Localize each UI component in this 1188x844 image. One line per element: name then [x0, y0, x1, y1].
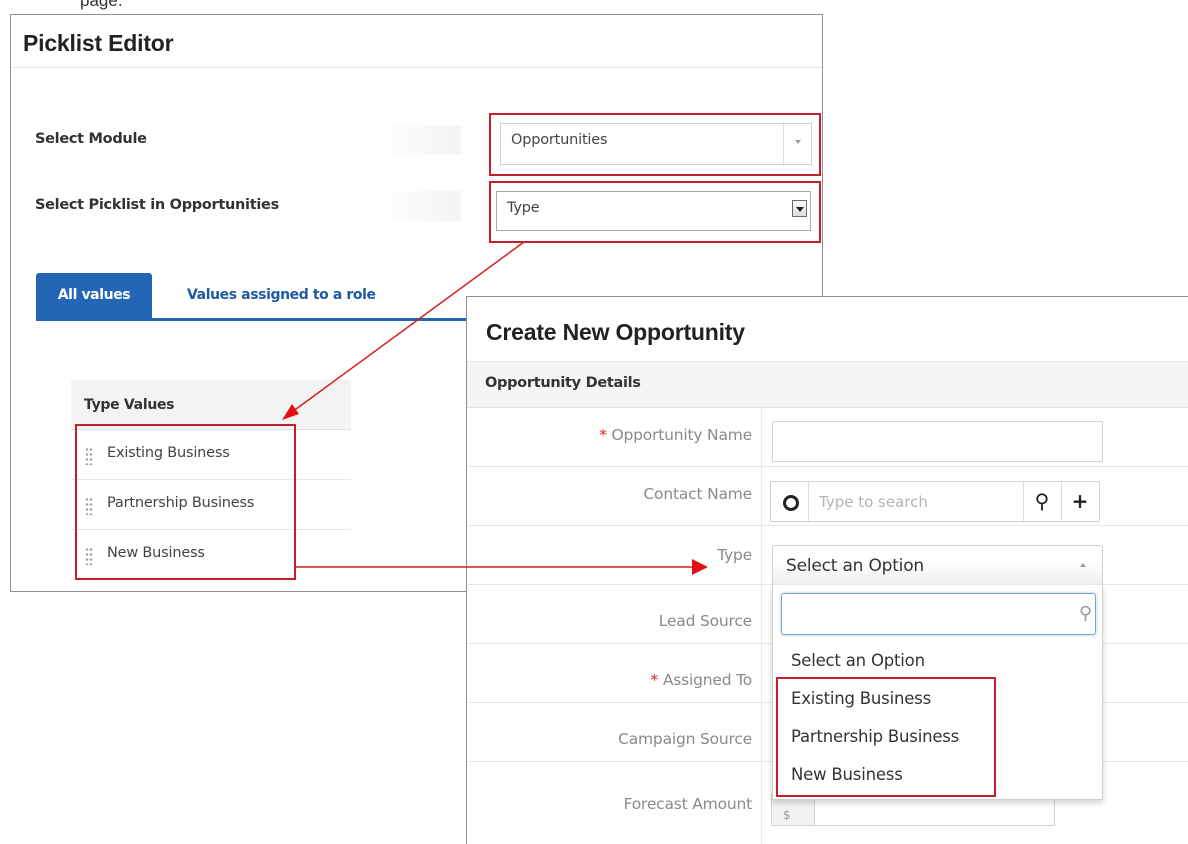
- field-divider: [761, 703, 762, 762]
- dropdown-search-input[interactable]: [781, 593, 1096, 635]
- picklist-editor-header: Picklist Editor: [11, 15, 822, 68]
- type-values-header: Type Values: [71, 380, 351, 430]
- campaign-source-label: Campaign Source: [618, 730, 752, 748]
- module-select-value: Opportunities: [511, 132, 608, 148]
- select-picklist-label: Select Picklist in Opportunities: [35, 197, 279, 213]
- tab-values-assigned-to-role[interactable]: Values assigned to a role: [187, 287, 376, 303]
- section-header: Opportunity Details: [467, 361, 1188, 408]
- opportunity-name-label: * Opportunity Name: [599, 426, 752, 444]
- field-row-opportunity-name: * Opportunity Name: [467, 408, 1188, 467]
- lead-source-label: Lead Source: [658, 612, 752, 630]
- type-select-value: Select an Option: [786, 556, 924, 576]
- field-divider: [761, 762, 762, 844]
- select-module-label: Select Module: [35, 131, 147, 147]
- type-select[interactable]: Select an Option: [772, 545, 1103, 586]
- chevron-up-icon: [1080, 563, 1086, 567]
- chevron-down-icon: [783, 124, 811, 164]
- required-mark: *: [650, 671, 659, 689]
- assigned-to-label: * Assigned To: [650, 671, 753, 689]
- circle-icon[interactable]: [771, 482, 809, 521]
- type-values-highlight: [75, 424, 296, 580]
- plus-icon[interactable]: +: [1061, 482, 1098, 521]
- opportunity-name-label-text: Opportunity Name: [611, 426, 753, 444]
- field-divider: [761, 526, 762, 585]
- picklist-select[interactable]: Type: [496, 191, 811, 231]
- dropdown-values-highlight: [776, 677, 996, 797]
- contact-name-search: Type to search ⚲ +: [770, 481, 1100, 522]
- module-select[interactable]: Opportunities: [500, 123, 812, 165]
- type-label: Type: [717, 546, 752, 564]
- chevron-down-icon: [792, 200, 807, 217]
- field-divider: [761, 467, 762, 526]
- contact-search-placeholder[interactable]: Type to search: [819, 493, 928, 511]
- forecast-amount-label: Forecast Amount: [623, 795, 753, 813]
- dropdown-option[interactable]: Select an Option: [791, 651, 925, 670]
- picklist-select-value: Type: [507, 200, 540, 216]
- clipped-page-text: page.: [80, 0, 123, 10]
- tab-all-values[interactable]: All values: [36, 273, 152, 319]
- create-opportunity-title: Create New Opportunity: [486, 319, 745, 345]
- field-divider: [761, 644, 762, 703]
- search-icon[interactable]: ⚲: [1023, 482, 1060, 521]
- tab-underline: [36, 318, 506, 321]
- contact-name-label: Contact Name: [643, 485, 752, 503]
- field-divider: [761, 408, 762, 467]
- assigned-to-label-text: Assigned To: [662, 671, 752, 689]
- field-divider: [761, 585, 762, 644]
- opportunity-name-input[interactable]: [772, 421, 1103, 462]
- required-mark: *: [599, 426, 607, 444]
- page-title: Picklist Editor: [23, 30, 174, 56]
